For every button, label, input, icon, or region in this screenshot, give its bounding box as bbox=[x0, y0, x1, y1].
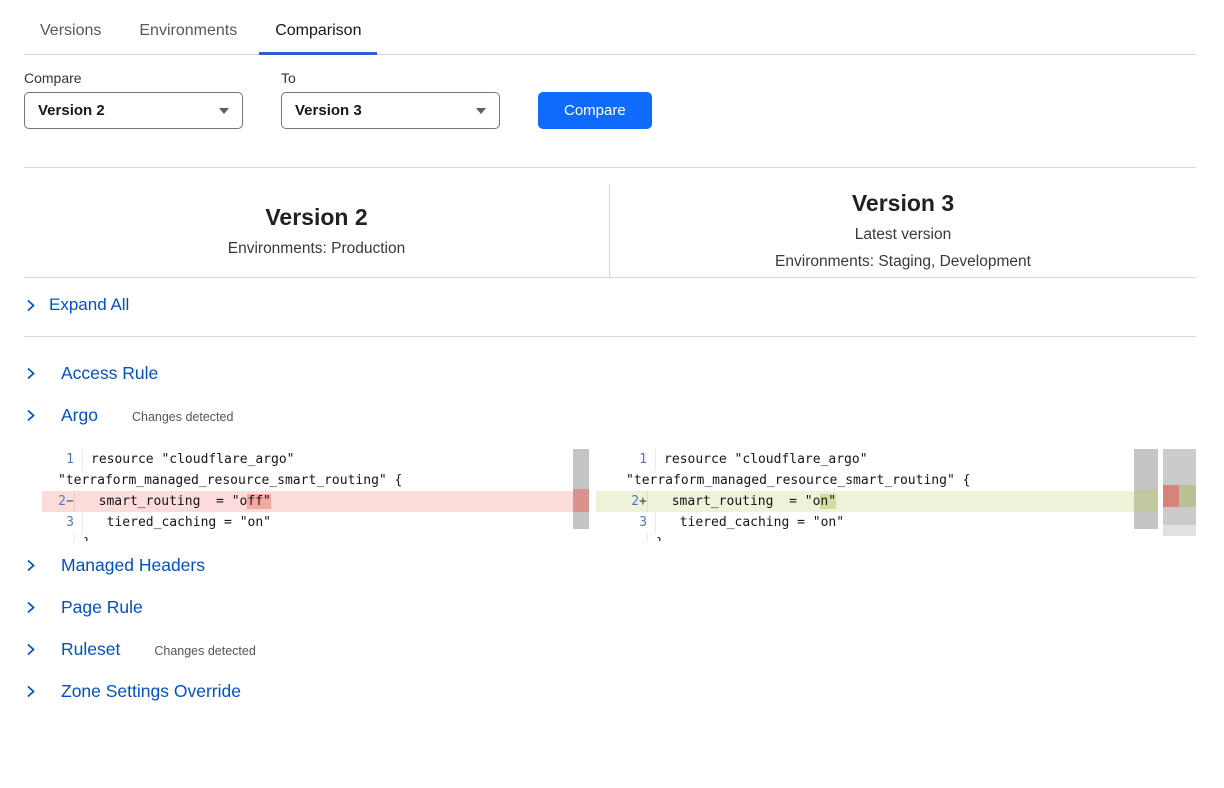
diff-sign: + bbox=[639, 491, 648, 512]
section-zone-settings-override[interactable]: Zone Settings Override bbox=[24, 671, 1196, 713]
version-left-title: Version 2 bbox=[265, 204, 367, 231]
scrollbar-removed-marker bbox=[573, 489, 589, 512]
diff-code-text: "terraform_managed_resource_smart_routin… bbox=[596, 470, 970, 491]
changes-badge: Changes detected bbox=[132, 410, 233, 424]
changes-badge: Changes detected bbox=[154, 644, 255, 658]
diff-line-number: 2 bbox=[42, 491, 66, 512]
diff-line-number: 3 bbox=[50, 512, 74, 533]
diff-code-text: } bbox=[75, 533, 91, 541]
tab-comparison[interactable]: Comparison bbox=[259, 14, 377, 55]
diff-sign bbox=[647, 449, 656, 470]
resource-sections: Access Rule Argo Changes detected 1 resou… bbox=[24, 337, 1196, 713]
diff-line-number: 3 bbox=[604, 512, 647, 533]
diff-line-number: 1 bbox=[604, 449, 647, 470]
chevron-right-icon bbox=[24, 409, 37, 422]
diff-code-text: smart_routing = "off" bbox=[75, 491, 271, 512]
diff-line: } bbox=[596, 533, 1158, 541]
diff-line-number: 1 bbox=[50, 449, 74, 470]
diff-line: 1 resource "cloudflare_argo" bbox=[42, 449, 589, 470]
compare-from-value: Version 2 bbox=[38, 102, 105, 119]
diff-line: 3 tiered_caching = "on" bbox=[42, 512, 589, 533]
version-header-left: Version 2 Environments: Production bbox=[24, 184, 610, 277]
argo-diff-viewer: 1resource "cloudflare_argo""terraform_ma… bbox=[42, 449, 1196, 541]
diff-line: } bbox=[42, 533, 589, 541]
compare-from-label: Compare bbox=[24, 70, 243, 86]
minimap-added-marker bbox=[1179, 485, 1196, 507]
chevron-right-icon bbox=[24, 685, 37, 698]
version-right-subtitle: Latest version bbox=[855, 226, 952, 244]
diff-line: 1 resource "cloudflare_argo" bbox=[596, 449, 1158, 470]
diff-sign bbox=[74, 512, 83, 533]
diff-code-text: "terraform_managed_resource_smart_routin… bbox=[42, 470, 402, 491]
diff-line: "terraform_managed_resource_smart_routin… bbox=[42, 470, 589, 491]
diff-minimap[interactable] bbox=[1163, 449, 1196, 541]
chevron-right-icon bbox=[24, 643, 37, 656]
version-header-right: Version 3 Latest version Environments: S… bbox=[610, 184, 1196, 277]
comparison-page: Versions Environments Comparison Compare… bbox=[0, 0, 1224, 713]
section-argo[interactable]: Argo Changes detected bbox=[24, 395, 1196, 437]
version-headers: Version 2 Environments: Production Versi… bbox=[24, 168, 1196, 277]
compare-from-field: Compare Version 2 bbox=[24, 70, 243, 129]
diff-code-text: smart_routing = "on" bbox=[648, 491, 836, 512]
section-ruleset[interactable]: Ruleset Changes detected bbox=[24, 629, 1196, 671]
tab-bar: Versions Environments Comparison bbox=[24, 0, 1196, 55]
compare-to-select[interactable]: Version 3 bbox=[281, 92, 500, 129]
version-left-environments: Environments: Production bbox=[228, 240, 405, 258]
tab-versions[interactable]: Versions bbox=[24, 14, 117, 55]
section-managed-headers[interactable]: Managed Headers bbox=[24, 545, 1196, 587]
scrollbar-left[interactable] bbox=[573, 449, 589, 529]
diff-code-text: tiered_caching = "on" bbox=[656, 512, 844, 533]
compare-button[interactable]: Compare bbox=[538, 92, 652, 129]
diff-line-number bbox=[596, 533, 639, 541]
version-right-title: Version 3 bbox=[852, 190, 954, 217]
minimap-removed-marker bbox=[1163, 485, 1179, 507]
diff-line: 3 tiered_caching = "on" bbox=[596, 512, 1158, 533]
tab-environments[interactable]: Environments bbox=[123, 14, 253, 55]
diff-sign bbox=[639, 533, 648, 541]
expand-all-button[interactable]: Expand All bbox=[24, 295, 129, 315]
section-page-rule[interactable]: Page Rule bbox=[24, 587, 1196, 629]
diff-code-text: tiered_caching = "on" bbox=[83, 512, 271, 533]
caret-down-icon bbox=[476, 108, 486, 114]
diff-pane-right[interactable]: 1 resource "cloudflare_argo""terraform_ma… bbox=[596, 449, 1158, 541]
diff-sign bbox=[66, 533, 75, 541]
section-access-rule[interactable]: Access Rule bbox=[24, 353, 1196, 395]
version-right-environments: Environments: Staging, Development bbox=[775, 253, 1031, 271]
diff-sign bbox=[74, 449, 83, 470]
compare-to-label: To bbox=[281, 70, 500, 86]
diff-code-text: resource "cloudflare_argo" bbox=[656, 449, 868, 470]
compare-from-select[interactable]: Version 2 bbox=[24, 92, 243, 129]
chevron-right-icon bbox=[24, 601, 37, 614]
diff-line-number bbox=[42, 533, 66, 541]
diff-code-text: } bbox=[648, 533, 664, 541]
diff-sign bbox=[647, 512, 656, 533]
chevron-right-icon bbox=[24, 559, 37, 572]
scrollbar-right[interactable] bbox=[1134, 449, 1158, 529]
diff-sign: − bbox=[66, 491, 75, 512]
compare-form: Compare Version 2 To Version 3 Compare bbox=[24, 70, 1196, 129]
chevron-right-icon bbox=[24, 299, 37, 312]
minimap-tail bbox=[1163, 525, 1196, 536]
diff-code-text: resource "cloudflare_argo" bbox=[83, 449, 295, 470]
caret-down-icon bbox=[219, 108, 229, 114]
diff-line: 2− smart_routing = "off" bbox=[42, 491, 589, 512]
chevron-right-icon bbox=[24, 367, 37, 380]
diff-line-number: 2 bbox=[596, 491, 639, 512]
diff-line: "terraform_managed_resource_smart_routin… bbox=[596, 470, 1158, 491]
compare-to-field: To Version 3 bbox=[281, 70, 500, 129]
expand-all-row: Expand All bbox=[24, 278, 1196, 336]
scrollbar-added-marker bbox=[1134, 489, 1158, 512]
diff-line: 2+ smart_routing = "on" bbox=[596, 491, 1158, 512]
compare-to-value: Version 3 bbox=[295, 102, 362, 119]
diff-pane-left[interactable]: 1 resource "cloudflare_argo""terraform_ma… bbox=[42, 449, 589, 541]
